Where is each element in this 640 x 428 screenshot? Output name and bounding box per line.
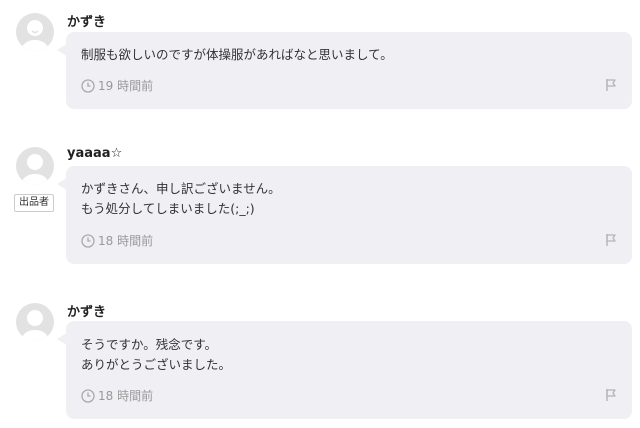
default-user-icon <box>22 20 48 51</box>
comment-time: 18 時間前 <box>81 387 153 404</box>
clock-icon <box>81 233 95 248</box>
comment-bubble: そうですか。残念です。 ありがとうございました。 18 時間前 <box>57 321 632 419</box>
comment-text: 制服も欲しいのですが体操服があればなと思いまして。 <box>81 47 393 62</box>
comment-bubble: かずきさん、申し訳ございません。 もう処分してしまいました(;_;) 18 時間… <box>57 166 632 264</box>
flag-icon[interactable] <box>604 233 618 247</box>
time-label: 18 時間前 <box>98 389 154 403</box>
comment-time: 18 時間前 <box>81 232 153 249</box>
flag-icon[interactable] <box>604 78 618 92</box>
avatar[interactable] <box>16 303 54 341</box>
username[interactable]: かずき <box>67 301 106 320</box>
comment-bubble: 制服も欲しいのですが体操服があればなと思いまして。 19 時間前 <box>57 32 632 109</box>
comment-time: 19 時間前 <box>81 77 153 94</box>
comment-text: かずきさん、申し訳ございません。 もう処分してしまいました(;_;) <box>81 181 281 216</box>
avatar[interactable] <box>16 147 54 185</box>
flag-icon[interactable] <box>604 388 618 402</box>
time-label: 19 時間前 <box>98 79 154 93</box>
seller-badge: 出品者 <box>14 194 54 212</box>
clock-icon <box>81 388 95 403</box>
avatar[interactable] <box>16 13 54 51</box>
default-user-icon <box>22 310 48 341</box>
username[interactable]: かずき <box>67 11 106 30</box>
username[interactable]: yaaaa☆ <box>67 146 122 161</box>
clock-icon <box>81 78 95 93</box>
comment-text: そうですか。残念です。 ありがとうございました。 <box>81 337 232 372</box>
default-user-icon <box>22 154 48 185</box>
time-label: 18 時間前 <box>98 234 154 248</box>
